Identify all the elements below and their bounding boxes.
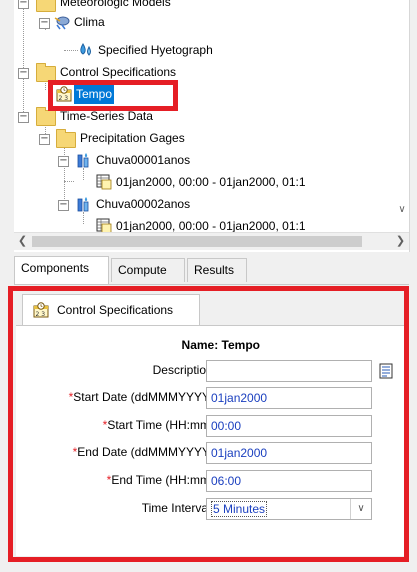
tab-divider (14, 284, 409, 285)
tree-item-label: Chuva00002anos (96, 197, 191, 211)
scroll-right-icon[interactable]: ❯ (392, 233, 409, 250)
collapse-toggle[interactable]: − (39, 134, 50, 145)
highlight-box-control-specifications (8, 286, 409, 562)
gage-icon (77, 153, 89, 168)
folder-icon (36, 107, 56, 126)
folder-icon (36, 0, 56, 12)
table-icon (96, 174, 112, 190)
tree-item-chuva00001anos[interactable]: − Chuva00001anos (14, 150, 334, 170)
scroll-down-icon[interactable]: ∨ (395, 204, 409, 218)
component-tree[interactable]: − Meteorologic Models − Clima Specified … (14, 0, 410, 252)
tab-compute[interactable]: Compute (111, 258, 185, 282)
tree-item-precipitation-gages[interactable]: − Precipitation Gages (14, 128, 334, 148)
horizontal-scrollbar[interactable]: ❮ ❯ (14, 232, 409, 250)
hyetograph-icon (80, 43, 91, 56)
tree-item-label: 01jan2000, 00:00 - 01jan2000, 01:1 (116, 175, 306, 189)
highlight-box-tempo (48, 80, 178, 111)
tree-item-label: Clima (74, 15, 105, 29)
folder-icon (56, 129, 76, 148)
collapse-toggle[interactable]: − (39, 18, 50, 29)
component-tabs: Components Compute Results (14, 256, 409, 285)
tree-item-meteorologic-models[interactable]: − Meteorologic Models (14, 0, 314, 12)
collapse-toggle[interactable]: − (18, 68, 29, 79)
tree-item-clima[interactable]: − Clima (14, 12, 314, 32)
collapse-toggle[interactable]: − (58, 200, 69, 211)
tree-item-specified-hyetograph[interactable]: Specified Hyetograph (14, 40, 334, 60)
tree-item-control-specifications[interactable]: − Control Specifications (14, 62, 314, 82)
gage-icon (77, 197, 89, 212)
tree-item-chuva1-time-window[interactable]: 01jan2000, 00:00 - 01jan2000, 01:1 (14, 172, 409, 192)
tab-results[interactable]: Results (187, 258, 247, 282)
tree-item-label: Specified Hyetograph (98, 43, 213, 57)
tree-item-label: Meteorologic Models (60, 0, 171, 9)
tab-components[interactable]: Components (14, 256, 109, 285)
tree-item-label: Precipitation Gages (80, 131, 185, 145)
collapse-toggle[interactable]: − (18, 0, 29, 9)
tree-item-label: Chuva00001anos (96, 153, 191, 167)
weather-model-icon (54, 16, 70, 30)
tree-item-label: Control Specifications (60, 65, 177, 79)
scrollbar-thumb[interactable] (32, 236, 362, 247)
collapse-toggle[interactable]: − (18, 112, 29, 123)
tree-item-chuva00002anos[interactable]: − Chuva00002anos (14, 194, 334, 214)
collapse-toggle[interactable]: − (58, 156, 69, 167)
scroll-left-icon[interactable]: ❮ (14, 233, 31, 250)
